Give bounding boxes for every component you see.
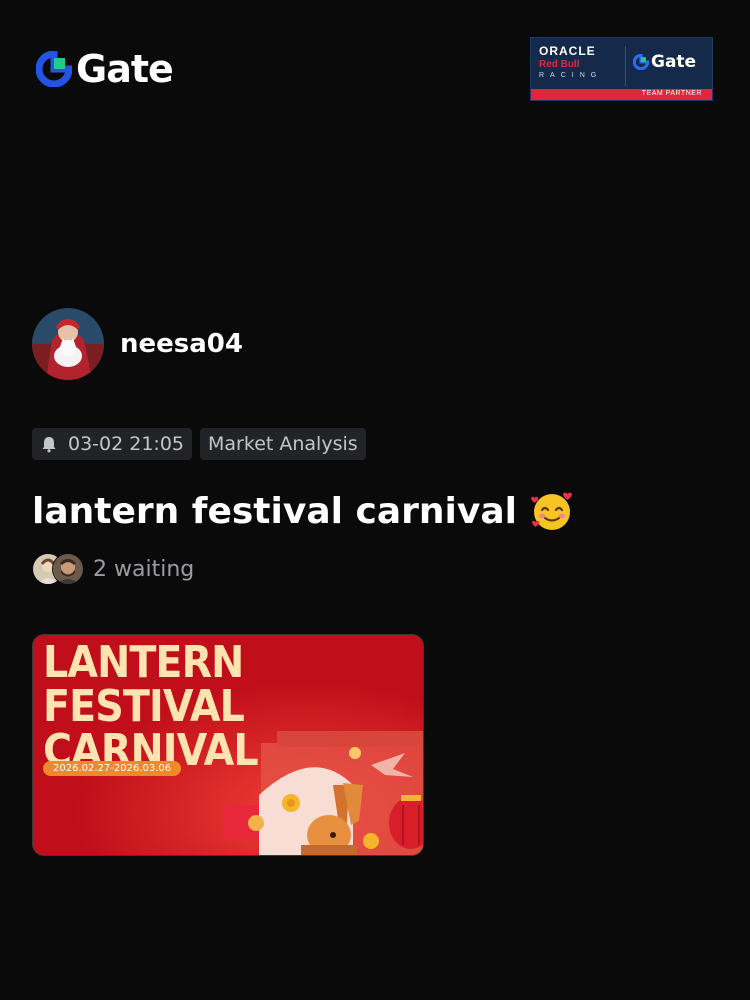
team-partner-badge[interactable]: ORACLE Red Bull RACING Gate TEAM PARTNER	[530, 37, 713, 101]
partner-racing: RACING	[539, 72, 603, 79]
partner-gate-icon	[633, 54, 649, 70]
waiting-count: 2 waiting	[93, 556, 195, 582]
timestamp-tag: 03-02 21:05	[32, 428, 193, 460]
partner-redbull: Red Bull	[539, 59, 580, 70]
partner-oracle: ORACLE	[539, 44, 596, 58]
post-meta: 03-02 21:05 Market Analysis	[32, 428, 366, 460]
waiting-row[interactable]: 2 waiting	[32, 553, 194, 585]
partner-strip-text: TEAM PARTNER	[641, 90, 702, 97]
category-tag[interactable]: Market Analysis	[200, 428, 366, 460]
avatar	[52, 553, 84, 585]
gate-logo-icon	[36, 51, 72, 87]
partner-strip: TEAM PARTNER	[531, 89, 712, 100]
post-title-text: lantern festival carnival	[32, 490, 517, 532]
partner-gate-text: Gate	[651, 52, 697, 72]
banner-date-badge: 2026.02.27-2026.03.06	[43, 761, 182, 776]
category-text: Market Analysis	[208, 433, 358, 455]
banner-title: LANTERN FESTIVAL CARNIVAL	[43, 641, 385, 773]
avatar[interactable]	[32, 308, 104, 380]
banner-title-line1: LANTERN FESTIVAL	[43, 637, 245, 732]
smiling-face-with-hearts-icon	[529, 488, 575, 534]
bell-icon	[40, 435, 58, 453]
logo-text: Gate	[76, 47, 174, 91]
gate-logo[interactable]: Gate	[36, 47, 174, 91]
post-title[interactable]: lantern festival carnival	[32, 488, 575, 534]
partner-divider	[625, 46, 626, 86]
post-banner-image[interactable]: LANTERN FESTIVAL CARNIVAL 2026.02.27-202…	[32, 634, 424, 856]
author-name[interactable]: neesa04	[120, 329, 243, 359]
timestamp-text: 03-02 21:05	[68, 433, 185, 455]
author-row[interactable]: neesa04	[32, 308, 243, 380]
